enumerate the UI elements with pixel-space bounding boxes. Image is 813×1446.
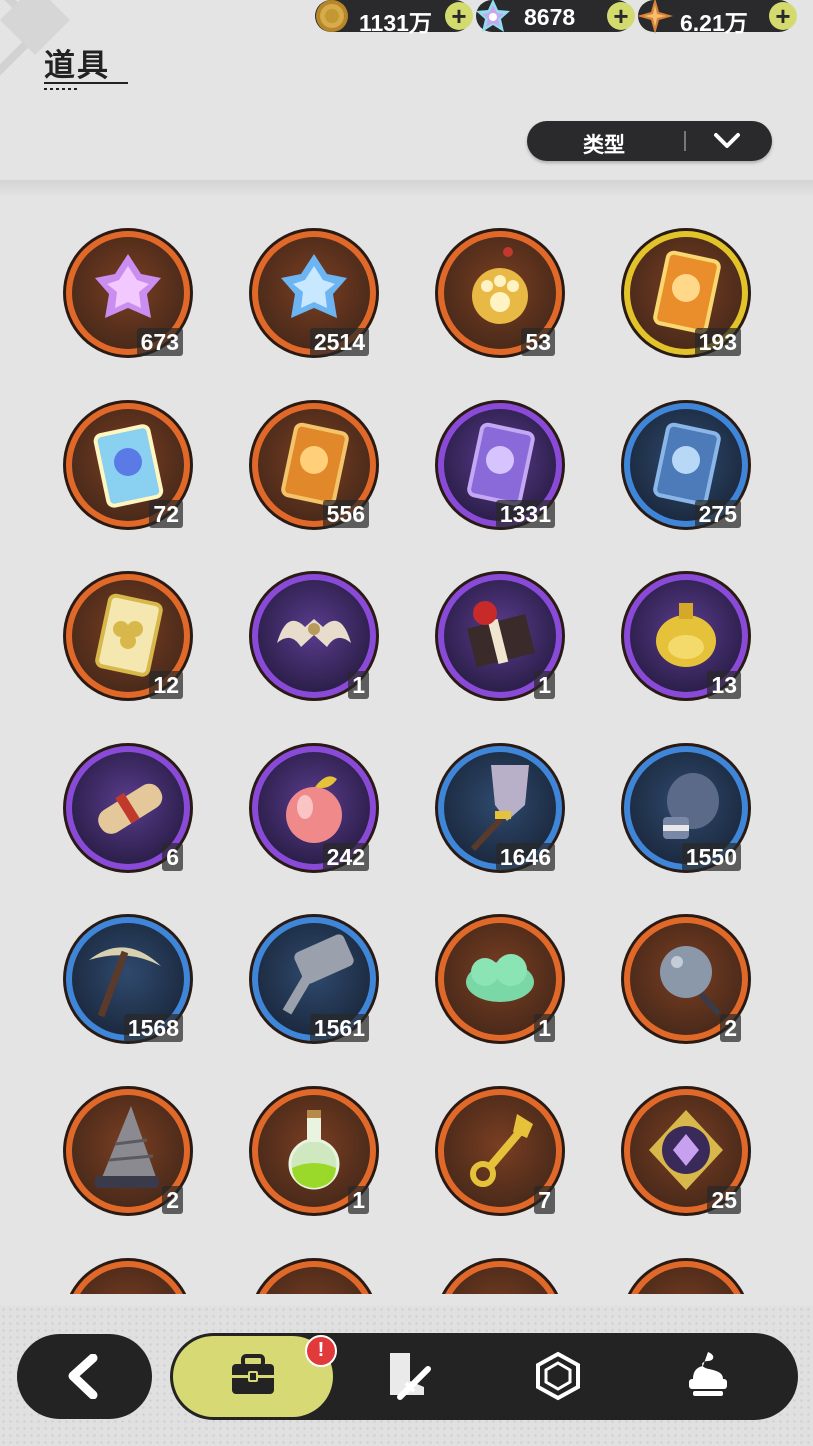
item-count: 2 xyxy=(720,1014,741,1043)
coin-value: 1131万 xyxy=(359,10,432,36)
star-shard-value: 6.21万 xyxy=(680,10,748,36)
item-count: 275 xyxy=(694,499,741,528)
item-slot[interactable]: 1 xyxy=(247,569,381,703)
item-count: 12 xyxy=(149,671,183,700)
item-count: 673 xyxy=(136,328,183,356)
crystal-icon xyxy=(476,0,510,32)
item-slot[interactable]: 2 xyxy=(61,1084,195,1218)
item-count: 13 xyxy=(707,671,741,700)
type-filter-dropdown[interactable]: 类型 xyxy=(527,121,772,161)
sword-boot-icon xyxy=(390,1353,431,1400)
item-count: 1 xyxy=(534,1014,555,1043)
title-underline xyxy=(44,82,128,84)
item-count: 7 xyxy=(534,1186,555,1214)
partial-item-icon xyxy=(627,1257,745,1294)
bottom-nav xyxy=(170,1333,798,1420)
item-slot[interactable]: 193 xyxy=(619,226,753,360)
item-slot[interactable]: 673 xyxy=(61,226,195,360)
item-count: 1331 xyxy=(495,499,555,528)
item-count: 2514 xyxy=(309,328,369,356)
tab-gems[interactable] xyxy=(515,1333,655,1420)
crystal-value: 8678 xyxy=(524,4,576,30)
item-slot[interactable]: 13 xyxy=(619,569,753,703)
notification-badge: ! xyxy=(305,1335,337,1367)
item-count: 25 xyxy=(707,1186,741,1214)
item-slot[interactable]: 275 xyxy=(619,398,753,532)
partial-item-icon xyxy=(69,1257,187,1294)
dessert-icon xyxy=(689,1352,727,1396)
hexagon-gem-icon xyxy=(536,1351,580,1401)
item-slot[interactable] xyxy=(247,1256,381,1294)
item-count: 1 xyxy=(534,671,555,700)
item-slot[interactable] xyxy=(433,1256,567,1294)
back-arrow-icon xyxy=(68,1354,98,1399)
tab-equipment[interactable] xyxy=(365,1333,505,1420)
item-grid: 673 2514 53 193 72 556 1331 275 12 1 1 13 6 242 1646 15… xyxy=(0,198,813,1294)
item-slot[interactable] xyxy=(61,1256,195,1294)
item-count: 193 xyxy=(694,328,741,356)
item-count: 1561 xyxy=(309,1014,369,1043)
currency-coin: 1131万 + xyxy=(315,0,473,36)
partial-item-icon xyxy=(441,1257,559,1294)
chevron-down-icon xyxy=(714,133,740,148)
item-slot[interactable]: 1561 xyxy=(247,912,381,1046)
item-slot[interactable]: 7 xyxy=(433,1084,567,1218)
item-slot[interactable]: 1 xyxy=(247,1084,381,1218)
currency-star-shard: 6.21万 + xyxy=(637,0,797,36)
header-shadow xyxy=(0,180,813,198)
star-shard-icon xyxy=(637,0,673,34)
tab-food[interactable] xyxy=(665,1333,805,1420)
add-coin-button[interactable]: + xyxy=(445,2,473,30)
item-slot[interactable]: 2 xyxy=(619,912,753,1046)
item-slot[interactable]: 556 xyxy=(247,398,381,532)
item-slot[interactable]: 2514 xyxy=(247,226,381,360)
back-button[interactable] xyxy=(17,1334,152,1419)
gold-coin-icon xyxy=(316,0,348,32)
item-slot[interactable]: 1 xyxy=(433,912,567,1046)
item-slot[interactable]: 242 xyxy=(247,741,381,875)
item-slot[interactable]: 1646 xyxy=(433,741,567,875)
item-slot[interactable]: 1550 xyxy=(619,741,753,875)
item-slot[interactable]: 25 xyxy=(619,1084,753,1218)
item-count: 1646 xyxy=(495,842,555,871)
item-count: 6 xyxy=(162,842,183,871)
item-slot[interactable]: 72 xyxy=(61,398,195,532)
item-count: 1568 xyxy=(123,1014,183,1043)
filter-separator xyxy=(684,131,686,151)
item-count: 1 xyxy=(348,671,369,700)
item-count: 53 xyxy=(521,328,555,356)
item-slot[interactable] xyxy=(619,1256,753,1294)
page-title: 道具 xyxy=(44,48,110,83)
add-star-shard-button[interactable]: + xyxy=(769,2,797,30)
item-slot[interactable]: 53 xyxy=(433,226,567,360)
item-count: 1 xyxy=(348,1186,369,1214)
item-count: 72 xyxy=(149,499,183,528)
item-slot[interactable]: 1331 xyxy=(433,398,567,532)
add-crystal-button[interactable]: + xyxy=(607,2,635,30)
item-count: 2 xyxy=(162,1186,183,1214)
item-slot[interactable]: 12 xyxy=(61,569,195,703)
currency-crystal: 8678 + xyxy=(476,0,635,32)
partial-item-icon xyxy=(255,1257,373,1294)
item-slot[interactable]: 6 xyxy=(61,741,195,875)
filter-label: 类型 xyxy=(583,134,625,157)
item-slot[interactable]: 1 xyxy=(433,569,567,703)
item-count: 1550 xyxy=(681,842,741,871)
title-dots xyxy=(44,88,80,90)
item-count: 242 xyxy=(322,842,369,871)
item-slot[interactable]: 1568 xyxy=(61,912,195,1046)
item-count: 556 xyxy=(322,499,369,528)
bag-icon xyxy=(232,1354,274,1394)
